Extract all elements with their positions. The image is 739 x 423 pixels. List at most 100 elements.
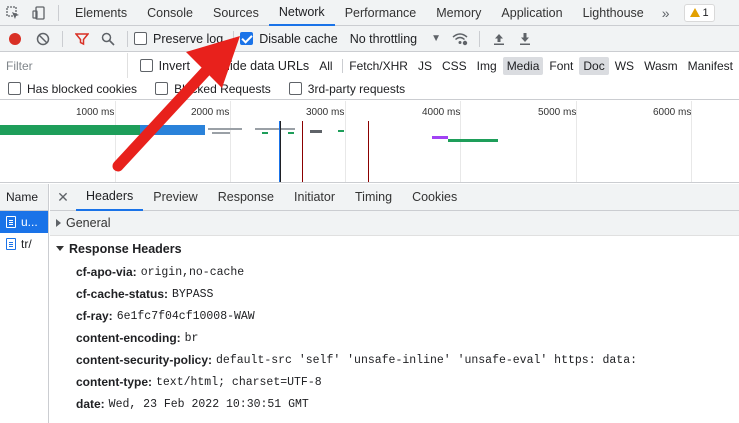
separator (479, 30, 481, 47)
request-bar (448, 139, 498, 142)
name-column-header[interactable]: Name (0, 184, 48, 211)
more-tabs-button[interactable]: » (654, 5, 678, 21)
filter-type-manifest[interactable]: Manifest (684, 57, 737, 75)
checkbox-box[interactable] (155, 82, 169, 95)
request-bar (432, 136, 448, 139)
import-har-button[interactable] (486, 26, 512, 52)
filter-type-ws[interactable]: WS (611, 57, 638, 75)
timeline-tick: 4000 ms (422, 107, 461, 118)
document-icon (6, 238, 16, 250)
export-har-button[interactable] (512, 26, 538, 52)
checkbox-box-checked[interactable] (240, 32, 254, 45)
tab-performance[interactable]: Performance (335, 0, 427, 26)
header-value: Wed, 23 Feb 2022 10:30:51 GMT (108, 397, 309, 411)
separator (127, 30, 128, 47)
tab-lighthouse[interactable]: Lighthouse (573, 0, 654, 26)
request-bar (262, 132, 268, 134)
throttling-value: No throttling (349, 31, 418, 46)
tab-preview[interactable]: Preview (143, 184, 207, 211)
header-name: content-type: (76, 375, 152, 389)
invert-label: Invert (158, 58, 190, 73)
gridline (230, 101, 231, 182)
general-section-header[interactable]: General (50, 211, 739, 236)
header-row: content-security-policy: default-src 'se… (50, 349, 739, 371)
checkbox-box[interactable] (201, 59, 215, 72)
response-headers-section-header[interactable]: Response Headers (50, 236, 739, 261)
load-event-marker (368, 121, 369, 182)
tab-memory[interactable]: Memory (426, 0, 491, 26)
has-blocked-cookies-label: Has blocked cookies (27, 81, 138, 96)
request-row[interactable]: u... (0, 211, 48, 233)
has-blocked-cookies-checkbox[interactable]: Has blocked cookies (8, 82, 137, 96)
invert-checkbox[interactable]: Invert (139, 58, 190, 73)
separator (341, 58, 343, 73)
filter-type-doc[interactable]: Doc (579, 56, 609, 75)
tab-cookies[interactable]: Cookies (402, 184, 467, 211)
header-row: cf-apo-via: origin,no-cache (50, 261, 739, 283)
hide-data-urls-checkbox[interactable]: Hide data URLs (201, 58, 310, 73)
header-name: content-encoding: (76, 331, 181, 345)
tab-network[interactable]: Network (268, 0, 335, 26)
filter-bar-secondary: Has blocked cookies Blocked Requests 3rd… (0, 78, 739, 100)
filter-icon (75, 32, 89, 45)
filter-type-js[interactable]: JS (414, 57, 436, 75)
request-bar (208, 128, 242, 130)
clear-button[interactable] (30, 26, 56, 52)
timeline-tick: 3000 ms (306, 107, 345, 118)
tab-console[interactable]: Console (137, 0, 203, 26)
tab-elements[interactable]: Elements (65, 0, 137, 26)
checkbox-box[interactable] (139, 59, 153, 72)
warnings-badge[interactable]: 1 (683, 3, 715, 22)
wifi-settings-icon (452, 32, 468, 45)
search-icon (101, 32, 115, 46)
request-row[interactable]: tr/ (0, 233, 48, 255)
checkbox-box[interactable] (134, 32, 147, 45)
tab-sources[interactable]: Sources (203, 0, 269, 26)
chevron-right-icon (56, 219, 61, 227)
warning-icon (689, 8, 700, 17)
filter-type-all[interactable]: All (315, 57, 336, 75)
throttling-select[interactable]: No throttling ▼ (350, 32, 441, 46)
request-detail-panel: ✕ Headers Preview Response Initiator Tim… (50, 184, 739, 423)
close-icon[interactable]: ✕ (50, 189, 76, 206)
tab-headers[interactable]: Headers (76, 184, 144, 211)
tab-application[interactable]: Application (491, 0, 572, 26)
timeline-tick: 6000 ms (653, 107, 692, 118)
filter-toggle-button[interactable] (69, 26, 95, 52)
filter-type-fetch-xhr[interactable]: Fetch/XHR (345, 57, 412, 75)
filter-type-font[interactable]: Font (545, 57, 577, 75)
request-bar (255, 128, 295, 130)
devtools-tab-bar: Elements Console Sources Network Perform… (0, 0, 739, 26)
general-section-title: General (66, 216, 111, 230)
checkbox-box[interactable] (8, 82, 21, 95)
disable-cache-checkbox[interactable]: Disable cache (240, 32, 338, 46)
header-value: BYPASS (172, 287, 214, 301)
checkbox-box[interactable] (288, 82, 302, 95)
filter-type-css[interactable]: CSS (438, 57, 471, 75)
device-toolbar-icon[interactable] (26, 0, 52, 26)
tab-initiator[interactable]: Initiator (284, 184, 345, 211)
filter-type-img[interactable]: Img (473, 57, 501, 75)
header-value: 6e1fc7f04cf10008-WAW (116, 309, 255, 323)
filter-input[interactable]: Filter (0, 53, 128, 78)
header-value: origin,no-cache (140, 265, 245, 279)
tab-timing[interactable]: Timing (345, 184, 402, 211)
search-button[interactable] (95, 26, 121, 52)
hide-data-urls-label: Hide data URLs (220, 58, 310, 73)
filter-bar: Filter Invert Hide data URLs All Fetch/X… (0, 53, 739, 78)
filter-type-wasm[interactable]: Wasm (640, 57, 682, 75)
network-overview-timeline[interactable]: 1000 ms 2000 ms 3000 ms 4000 ms 5000 ms … (0, 101, 739, 183)
blocked-requests-checkbox[interactable]: Blocked Requests (155, 82, 271, 96)
filter-type-media[interactable]: Media (502, 56, 544, 75)
third-party-requests-checkbox[interactable]: 3rd-party requests (288, 82, 405, 96)
preserve-log-checkbox[interactable]: Preserve log (134, 32, 223, 46)
header-row: date: Wed, 23 Feb 2022 10:30:51 GMT (50, 393, 739, 415)
network-conditions-button[interactable] (447, 26, 473, 52)
chevron-down-icon (56, 246, 64, 251)
record-button[interactable] (0, 26, 30, 52)
inspect-element-icon[interactable] (0, 0, 26, 26)
request-bar (212, 132, 230, 134)
load-event-marker (302, 121, 303, 182)
tab-response[interactable]: Response (208, 184, 284, 211)
blocked-requests-label: Blocked Requests (174, 81, 271, 96)
